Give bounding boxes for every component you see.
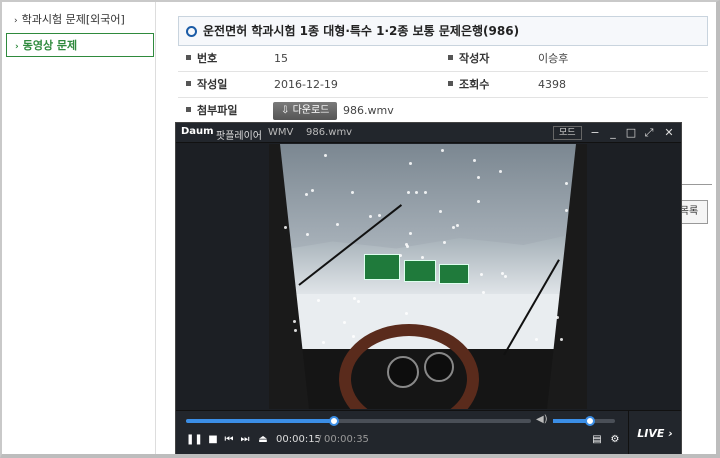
author-value: 이승후: [538, 52, 569, 65]
playlist-icon[interactable]: ▤: [590, 433, 604, 447]
road-sign: [364, 254, 400, 280]
time-separator: /: [318, 434, 322, 445]
download-icon: ⇩: [281, 105, 293, 116]
player-name-menu[interactable]: 팟플레이어: [216, 127, 262, 142]
chevron-right-icon: ›: [15, 42, 19, 52]
date-label: 작성일: [186, 72, 227, 98]
road-sign: [404, 260, 436, 282]
road-sign: [439, 264, 469, 284]
total-time: 00:00:35: [324, 434, 369, 445]
fullscreen-icon[interactable]: ⤢: [642, 125, 656, 141]
sidebar-item-video-questions[interactable]: › 동영상 문제: [6, 33, 154, 57]
snowflake: [311, 188, 315, 192]
snowflake: [408, 162, 412, 166]
snowflake: [304, 192, 308, 196]
seek-bar[interactable]: [186, 416, 531, 426]
post-title-bar: 운전면허 학과시험 1종 대형·특수 1·2종 보통 문제은행(986): [178, 16, 708, 46]
previous-icon[interactable]: ⏮: [222, 433, 236, 447]
current-time: 00:00:15: [276, 434, 321, 445]
snowflake: [504, 274, 508, 278]
video-format: WMV: [268, 127, 294, 138]
info-row-attachment: 첨부파일 ⇩ 다운로드 986.wmv: [178, 98, 708, 124]
divider: [682, 184, 712, 185]
snowflake: [423, 191, 427, 194]
snowflake: [440, 148, 444, 152]
snowflake: [438, 210, 442, 214]
snowflake: [335, 222, 339, 226]
minimize-icon[interactable]: _: [606, 125, 620, 141]
snowflake: [316, 298, 320, 302]
snowflake: [408, 231, 412, 235]
sidebar-item-label: 동영상 문제: [22, 39, 78, 52]
snowflake: [321, 341, 325, 345]
seek-handle[interactable]: [329, 416, 340, 426]
snowflake: [407, 190, 411, 194]
seek-progress: [186, 419, 335, 423]
circle-bullet-icon: [186, 26, 197, 37]
close-icon[interactable]: ✕: [662, 125, 676, 141]
live-button[interactable]: LIVE ›: [628, 411, 681, 454]
video-frame[interactable]: [269, 144, 587, 409]
number-label: 번호: [186, 46, 217, 72]
author-label: 작성자: [448, 46, 489, 72]
download-button[interactable]: ⇩ 다운로드: [273, 102, 338, 120]
info-row-date: 작성일 2016-12-19 조회수 4398: [178, 72, 708, 98]
sidebar-item-label: 학과시험 문제[외국어]: [21, 13, 125, 26]
snowflake: [405, 311, 409, 315]
maximize-icon[interactable]: □: [624, 125, 638, 141]
player-logo: Daum: [181, 126, 214, 137]
views-value: 4398: [538, 78, 566, 91]
snowflake: [451, 226, 455, 230]
next-icon[interactable]: ⏭: [238, 433, 252, 447]
eject-icon[interactable]: ⏏: [256, 433, 270, 447]
player-controls: ◀) ❚❚ ■ ⏮ ⏭ ⏏ 00:00:15 / 00:00:35 ▤ ⚙ LI…: [176, 410, 681, 454]
sidebar-item-foreign-language[interactable]: › 학과시험 문제[외국어]: [6, 8, 154, 32]
snowflake: [398, 254, 402, 258]
volume-handle[interactable]: [585, 416, 596, 426]
snowflake: [378, 214, 382, 217]
post-title: 운전면허 학과시험 1종 대형·특수 1·2종 보통 문제은행(986): [203, 24, 520, 38]
snowflake: [477, 175, 481, 179]
date-value: 2016-12-19: [274, 78, 338, 91]
snowflake: [404, 243, 408, 247]
views-label: 조회수: [448, 72, 489, 98]
sidebar: › 학과시험 문제[외국어] › 동영상 문제: [2, 2, 156, 454]
stop-icon[interactable]: ■: [206, 433, 220, 447]
tachometer: [424, 352, 454, 382]
speedometer: [387, 356, 419, 388]
chevron-right-icon: ›: [14, 16, 18, 26]
pause-icon[interactable]: ❚❚: [186, 433, 203, 447]
volume-slider[interactable]: [553, 416, 615, 426]
settings-gear-icon[interactable]: ⚙: [608, 433, 622, 447]
attachment-filename[interactable]: 986.wmv: [343, 98, 394, 124]
window-frame: › 학과시험 문제[외국어] › 동영상 문제 운전면허 학과시험 1종 대형·특수…: [0, 0, 720, 458]
pin-icon[interactable]: −: [588, 125, 602, 141]
attachment-label: 첨부파일: [186, 98, 237, 124]
mode-dropdown[interactable]: 모드: [553, 126, 582, 140]
snowflake: [535, 337, 539, 341]
player-titlebar[interactable]: Daum 팟플레이어 WMV 986.wmv 모드 − _ □ ⤢ ✕: [176, 123, 681, 143]
volume-icon[interactable]: ◀): [536, 414, 548, 425]
snowflake: [342, 320, 346, 324]
video-filename: 986.wmv: [306, 127, 353, 138]
snowflake: [323, 154, 327, 157]
snowflake: [500, 272, 504, 276]
number-value: 15: [274, 52, 288, 65]
video-player-window: Daum 팟플레이어 WMV 986.wmv 모드 − _ □ ⤢ ✕ ◀) ❚…: [175, 122, 682, 454]
snowflake: [293, 329, 297, 333]
info-row-number: 번호 15 작성자 이승후: [178, 46, 708, 72]
